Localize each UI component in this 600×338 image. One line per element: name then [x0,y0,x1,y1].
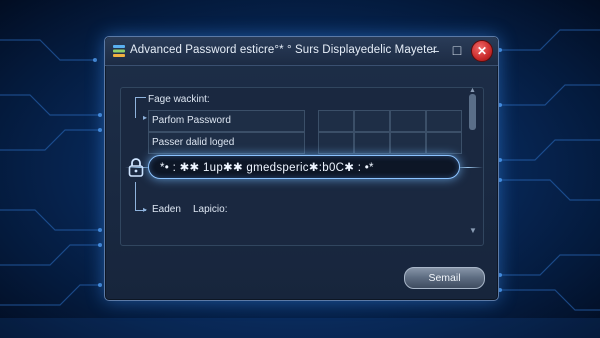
grid-cell [426,110,462,132]
title-bar[interactable]: Advanced Password esticre°* ° Surs Displ… [105,37,498,66]
maximize-button[interactable]: □ [448,41,466,59]
connector-arrow-icon: ▸ [143,205,148,214]
close-button[interactable]: ✕ [471,40,493,62]
password-input[interactable]: *• : ✱✱ 1up✱✱ gmedsperic✱:b0C✱ : •* [148,155,460,179]
connector-arrow-icon: ▸ [143,113,148,122]
row-label: Passer dalid loged [152,137,235,148]
grid-cell [318,132,354,154]
footer-label: Eaden [152,204,181,215]
password-dialog-window: Advanced Password esticre°* ° Surs Displ… [104,36,499,301]
grid-cell [390,110,426,132]
footer-value: Lapicio: [193,204,228,215]
scroll-up-icon[interactable]: ▲ [469,87,476,94]
scroll-down-icon[interactable]: ▼ [469,226,477,235]
grid-cell [318,110,354,132]
form-heading: Fage wackint: [148,94,210,105]
scrollbar-thumb[interactable] [469,94,476,130]
app-layers-icon [113,45,125,57]
window-title: Advanced Password esticre°* ° Surs Displ… [130,44,437,56]
minimize-button[interactable]: – [426,41,444,59]
close-icon: ✕ [476,44,488,58]
lock-icon [128,158,144,177]
minimize-icon: – [431,42,439,58]
grid-cell [354,132,390,154]
vertical-scrollbar[interactable]: ▲ ▼ [467,87,479,238]
grid-cell [426,132,462,154]
row-label: Parfom Password [152,115,231,126]
maximize-icon: □ [452,42,462,58]
grid-cell [354,110,390,132]
submit-button[interactable]: Semail [404,267,485,289]
grid-cell [390,132,426,154]
